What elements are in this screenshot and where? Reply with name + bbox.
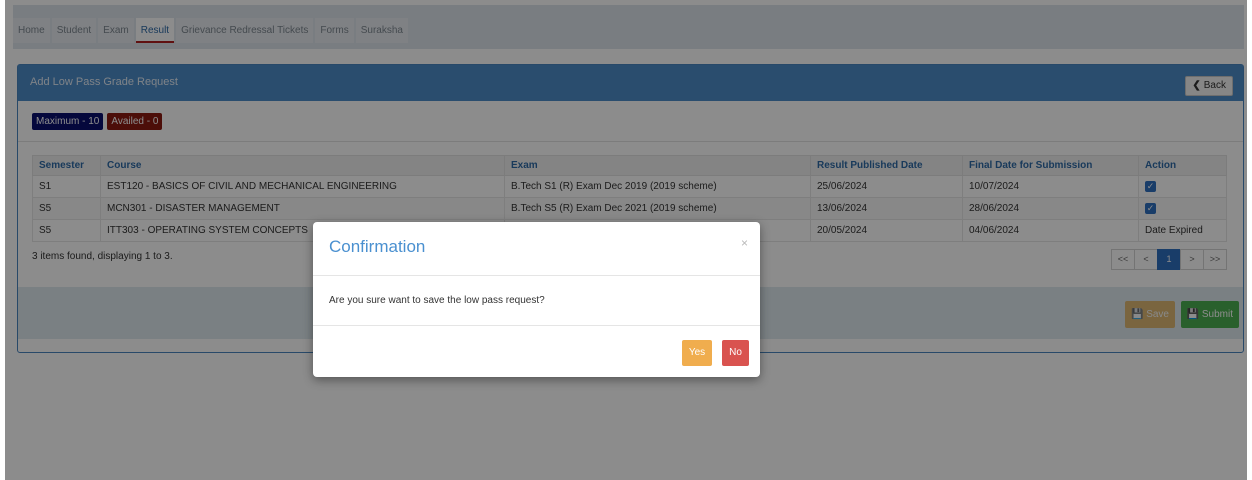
dialog-divider-bottom (313, 325, 760, 326)
right-edge (1247, 0, 1252, 480)
dialog-divider-top (313, 275, 760, 276)
yes-button[interactable]: Yes (682, 340, 712, 366)
confirmation-dialog: Confirmation × Are you sure want to save… (313, 222, 760, 377)
dialog-message: Are you sure want to save the low pass r… (329, 295, 545, 306)
close-icon[interactable]: × (741, 236, 748, 250)
no-button[interactable]: No (722, 340, 749, 366)
dialog-title: Confirmation (329, 237, 426, 256)
left-edge (0, 0, 5, 480)
